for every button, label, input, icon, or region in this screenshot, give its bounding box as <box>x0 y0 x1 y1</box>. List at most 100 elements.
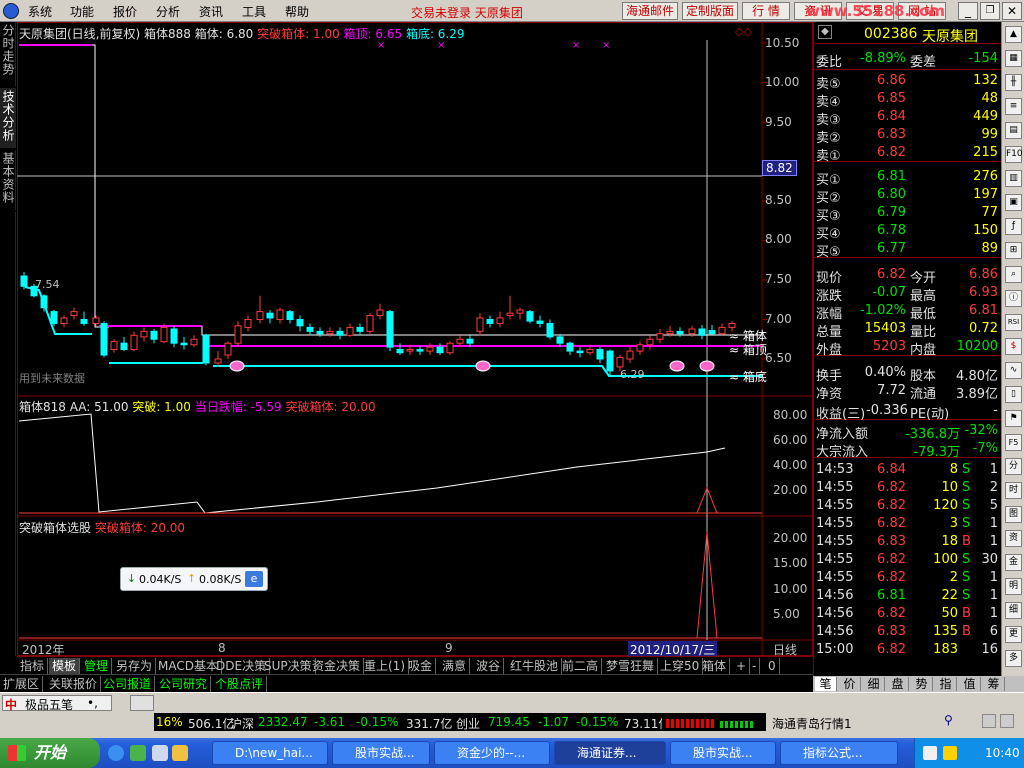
quote-view-tab[interactable]: 指 <box>935 677 957 691</box>
extension-tab[interactable]: 公司报道 <box>100 676 156 692</box>
tray-network-icon[interactable] <box>923 746 937 760</box>
toolbar-tab8-icon[interactable]: 更 <box>1005 626 1022 643</box>
mail-button[interactable]: 海通邮件 <box>622 2 678 20</box>
quicklaunch-app-icon[interactable] <box>130 745 146 761</box>
rsi-button[interactable]: RSI <box>1005 314 1022 331</box>
keyboard-icon[interactable] <box>130 695 154 711</box>
ie-icon[interactable]: e <box>245 571 263 587</box>
indicator-tab[interactable]: MACD基本 <box>155 658 222 674</box>
taskbar-item[interactable]: 股市实战... <box>332 741 430 765</box>
indicator-tab[interactable]: 模板 <box>49 658 81 674</box>
taskbar-item[interactable]: D:\new_hai... <box>212 741 328 765</box>
tab-fundamental[interactable]: 基本资料 <box>0 150 16 210</box>
kline-chart-area[interactable]: × × × × 天原集团(日线,前复权) 箱体888 箱体: 6.80 突破箱体: 1… <box>17 22 813 658</box>
extension-tab[interactable]: 关联报价 <box>46 676 102 692</box>
stock-switch-icon[interactable]: ◆ <box>818 25 832 39</box>
toolbar-zoom-icon[interactable]: ⌕ <box>1005 266 1022 283</box>
restore-icon[interactable]: ❐ <box>980 2 1000 20</box>
toolbar-list-icon[interactable]: ≡ <box>1005 98 1022 115</box>
toolbar-grid-icon[interactable]: ▤ <box>1005 122 1022 139</box>
toolbar-arrow-icon[interactable]: ▲ <box>1005 26 1022 43</box>
toolbar-info-icon[interactable]: ⓘ <box>1005 290 1022 307</box>
tab-technical[interactable]: 技术分析 <box>0 88 16 148</box>
menu-function[interactable]: 功能 <box>70 3 94 20</box>
toolbar-tab5-icon[interactable]: 金 <box>1005 554 1022 571</box>
indicator-tab[interactable]: 波谷 <box>473 658 505 674</box>
toolbar-fx-icon[interactable]: ƒ <box>1005 218 1022 235</box>
menu-analysis[interactable]: 分析 <box>156 3 180 20</box>
toolbar-tab4-icon[interactable]: 资 <box>1005 530 1022 547</box>
toolbar-tab9-icon[interactable]: 多 <box>1005 650 1022 667</box>
toolbar-flag-icon[interactable]: ⚑ <box>1005 410 1022 427</box>
minimize-icon[interactable]: _ <box>958 2 978 20</box>
indicator-tab[interactable]: 另存为 <box>113 658 157 674</box>
taskbar-item[interactable]: 股市实战... <box>670 741 776 765</box>
toolbar-doc-icon[interactable]: ▯ <box>1005 386 1022 403</box>
quote-view-tab[interactable]: 笔 <box>815 677 837 691</box>
quicklaunch-ie-icon[interactable] <box>108 745 124 761</box>
lock-icon[interactable] <box>982 714 996 728</box>
indicator-tab[interactable]: 满意 <box>439 658 471 674</box>
ime-punct-icon[interactable]: •, <box>87 696 98 710</box>
quote-view-tab[interactable]: 值 <box>959 677 981 691</box>
extension-tab[interactable]: 公司研究 <box>156 676 212 692</box>
menu-help[interactable]: 帮助 <box>285 3 309 20</box>
toolbar-tab3-icon[interactable]: 图 <box>1005 506 1022 523</box>
server-status[interactable]: 海通青岛行情1 ⚲ <box>768 713 978 731</box>
quote-view-tab[interactable]: 筹 <box>983 677 1005 691</box>
close-icon[interactable]: ✕ <box>1002 2 1022 20</box>
network-speed-widget[interactable]: ↓ 0.04K/S ↑ 0.08K/S e <box>120 567 268 591</box>
taskbar-item[interactable]: 海通证券... <box>554 741 666 765</box>
f5-button[interactable]: F5 <box>1005 434 1022 451</box>
indicator-tab[interactable]: 指标 <box>17 658 49 674</box>
panel-option-icon[interactable]: ◇◇ <box>735 25 752 38</box>
toolbar-tab1-icon[interactable]: 分 <box>1005 458 1022 475</box>
indicator-tab[interactable]: - <box>749 658 761 674</box>
indicator-tab[interactable]: 管理 <box>81 658 113 674</box>
indicator-tab[interactable]: 吸金 <box>405 658 437 674</box>
toolbar-bars-icon[interactable]: ▥ <box>1005 170 1022 187</box>
menu-quote[interactable]: 报价 <box>113 3 137 20</box>
market-button[interactable]: 行 情 <box>742 2 790 20</box>
indicator-tab[interactable]: 红牛股池 <box>507 658 563 674</box>
dollar-button[interactable]: $ <box>1005 338 1022 355</box>
indicator-tab[interactable]: + <box>733 658 751 674</box>
quicklaunch-folder-icon[interactable] <box>172 745 188 761</box>
toolbar-table-icon[interactable]: ▣ <box>1005 194 1022 211</box>
indicator-tab[interactable]: 上穿50 <box>657 658 704 674</box>
ime-bar[interactable]: 中 极品五笔 •, <box>2 695 112 712</box>
settings-icon[interactable] <box>1000 714 1014 728</box>
toolbar-scale-icon[interactable]: ⊞ <box>1005 242 1022 259</box>
toolbar-tab6-icon[interactable]: 明 <box>1005 578 1022 595</box>
extension-tab[interactable]: 个股点评 <box>212 676 268 692</box>
menu-info[interactable]: 资讯 <box>199 3 223 20</box>
indicator-tab[interactable]: SUP决策 <box>261 658 316 674</box>
extension-tab[interactable]: 扩展区 <box>0 676 44 692</box>
quote-view-tab[interactable]: 盘 <box>887 677 909 691</box>
indicator-tab[interactable]: 资金决策 <box>309 658 365 674</box>
custom-layout-button[interactable]: 定制版面 <box>682 2 738 20</box>
toolbar-tab7-icon[interactable]: 细 <box>1005 602 1022 619</box>
quicklaunch-desktop-icon[interactable] <box>152 745 168 761</box>
toolbar-wave-icon[interactable]: ∿ <box>1005 362 1022 379</box>
toolbar-tab2-icon[interactable]: 时 <box>1005 482 1022 499</box>
start-button[interactable]: 开始 <box>0 738 100 768</box>
indicator-tab[interactable]: 前二高 <box>559 658 603 674</box>
taskbar-item[interactable]: 指标公式... <box>780 741 898 765</box>
tab-intraday[interactable]: 分时走势 <box>0 22 16 86</box>
kline-chart-svg[interactable]: × × × × <box>17 22 813 656</box>
indicator-tab[interactable]: 重上(1) <box>361 658 409 674</box>
indicator-tab[interactable]: 0 <box>765 658 780 674</box>
menu-system[interactable]: 系统 <box>28 3 52 20</box>
toolbar-chart-icon[interactable]: ▦ <box>1005 50 1022 67</box>
tray-volume-icon[interactable] <box>943 746 957 760</box>
quote-view-tab[interactable]: 细 <box>863 677 885 691</box>
quote-view-tab[interactable]: 价 <box>839 677 861 691</box>
indicator-tab[interactable]: 箱体 <box>699 658 731 674</box>
taskbar-item[interactable]: 资金少的--... <box>434 741 550 765</box>
quote-view-tab[interactable]: 势 <box>911 677 933 691</box>
menu-tools[interactable]: 工具 <box>242 3 266 20</box>
toolbar-kline-icon[interactable]: ╫ <box>1005 74 1022 91</box>
f10-button[interactable]: F10 <box>1005 146 1023 163</box>
indicator-tab[interactable]: 梦雪狂舞 <box>603 658 659 674</box>
